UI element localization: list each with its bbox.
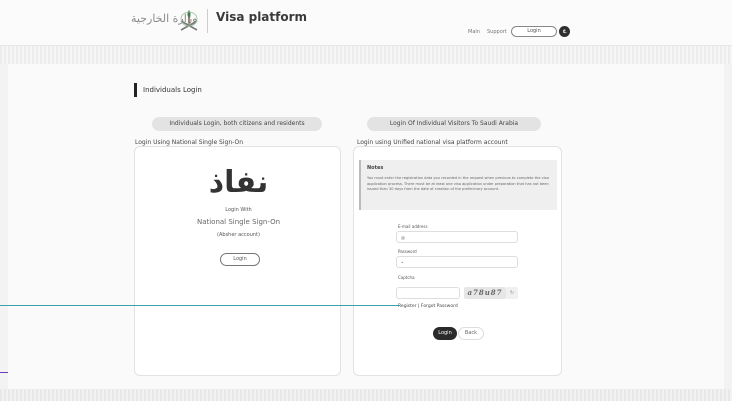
saudi-emblem-icon (180, 10, 198, 31)
email-label: E-mail address (398, 224, 428, 229)
nav-support-link[interactable]: Support (487, 29, 507, 35)
nafath-panel-caption: Login Using National Single Sign-On (135, 139, 244, 146)
notes-text: You must enter the registration data you… (367, 176, 549, 191)
password-label: Password (398, 249, 417, 254)
footer-pattern-band (0, 389, 732, 401)
password-field[interactable] (396, 256, 518, 268)
nafath-logo: نفاذ (208, 165, 269, 200)
page-title: Individuals Login (134, 83, 202, 97)
forgot-password-link[interactable]: Forgot Password (421, 304, 458, 309)
account-login-panel: Notes You must enter the registration da… (353, 146, 562, 376)
nafath-login-button[interactable]: Login (220, 253, 260, 266)
annotation-accent-tick (0, 372, 8, 373)
account-login-button[interactable]: Login (433, 327, 457, 340)
notes-title: Notes (367, 165, 384, 171)
notes-box: Notes You must enter the registration da… (359, 160, 557, 210)
header-pattern-band (0, 46, 732, 64)
header-divider (207, 9, 208, 33)
login-with-label: Login With (225, 207, 252, 213)
nav-home-link[interactable]: Main (468, 29, 480, 35)
register-link[interactable]: Register (398, 304, 417, 309)
captcha-image: a78u87 (464, 287, 506, 299)
refresh-captcha-icon[interactable]: ↻ (506, 287, 518, 299)
account-panel-caption: Login using Unified national visa platfo… (357, 139, 508, 146)
email-field[interactable] (396, 231, 518, 243)
section-title-visitors: Login Of Individual Visitors To Saudi Ar… (367, 117, 541, 131)
captcha-input[interactable] (396, 287, 460, 299)
section-title-citizens: Individuals Login, both citizens and res… (152, 117, 322, 131)
back-button[interactable]: Back (458, 327, 484, 340)
annotation-pointer-line (0, 305, 400, 306)
header-login-button[interactable]: Login (511, 26, 557, 37)
nafath-login-panel: نفاذ Login With National Single Sign-On … (134, 146, 341, 376)
absher-label: (Absher account) (217, 232, 260, 238)
language-toggle-button[interactable]: ع (559, 26, 570, 37)
nsso-label: National Single Sign-On (196, 218, 281, 226)
site-header: وزارة الخارجية Visa platform Main Suppor… (0, 0, 732, 46)
platform-title: Visa platform (216, 10, 308, 24)
captcha-label: Captcha (398, 275, 415, 280)
account-links: Register | Forgot Password (398, 304, 458, 309)
